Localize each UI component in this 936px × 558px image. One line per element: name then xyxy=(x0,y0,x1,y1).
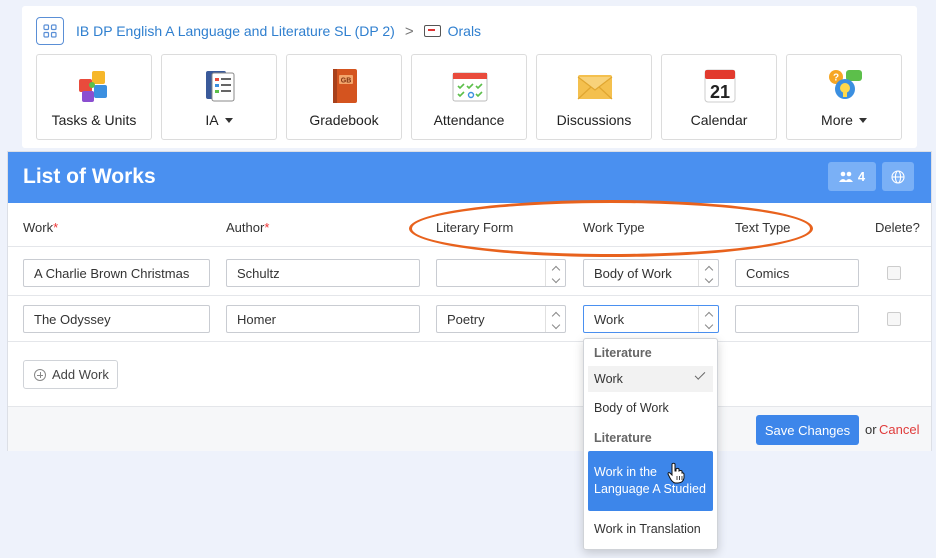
work-input[interactable]: The Odyssey xyxy=(23,305,210,333)
attendance-icon xyxy=(452,72,488,102)
text-type-input[interactable] xyxy=(735,305,859,333)
add-work-label: Add Work xyxy=(52,367,109,382)
envelope-icon xyxy=(577,75,613,100)
list-of-works-panel: List of Works 4 Work* Author* Literary F… xyxy=(7,151,932,451)
author-input[interactable]: Schultz xyxy=(226,259,420,287)
work-type-select[interactable]: Body of Work xyxy=(583,259,719,287)
option-label: Work xyxy=(594,372,623,386)
hand-pointer-cursor-icon xyxy=(667,462,685,484)
nav-tile-label: IA xyxy=(205,112,219,128)
nav-tile-label: Discussions xyxy=(556,112,632,128)
gradebook-badge-text: GB xyxy=(341,78,352,85)
dropdown-option-work[interactable]: Work xyxy=(588,366,713,392)
delete-checkbox[interactable] xyxy=(887,266,901,280)
select-stepper-icon xyxy=(545,260,565,286)
literary-form-value: Poetry xyxy=(447,312,485,327)
nav-tile-more[interactable]: ? More xyxy=(786,54,902,140)
dropdown-option-work-in-translation[interactable]: Work in Translation xyxy=(588,515,713,543)
members-count: 4 xyxy=(857,169,866,184)
dropdown-group-label: Literature xyxy=(594,431,652,445)
users-icon xyxy=(838,171,853,182)
literary-form-select[interactable]: Poetry xyxy=(436,305,566,333)
work-type-value: Body of Work xyxy=(594,266,672,281)
chevron-down-icon xyxy=(858,118,867,123)
work-type-value: Work xyxy=(594,312,625,327)
calendar-day-text: 21 xyxy=(710,82,730,102)
members-button[interactable]: 4 xyxy=(828,162,876,191)
breadcrumb: IB DP English A Language and Literature … xyxy=(36,16,481,46)
nav-tile-ia[interactable]: IA xyxy=(161,54,277,140)
nav-tile-label: Tasks & Units xyxy=(51,112,137,128)
nav-tile-gradebook[interactable]: GB Gradebook xyxy=(286,54,402,140)
column-header-delete: Delete? xyxy=(875,220,920,235)
divider xyxy=(8,295,931,296)
column-header-author: Author* xyxy=(226,220,270,235)
select-stepper-icon xyxy=(698,306,718,332)
nav-tile-attendance[interactable]: Attendance xyxy=(411,54,527,140)
select-stepper-icon xyxy=(545,306,565,332)
literary-form-select[interactable] xyxy=(436,259,566,287)
chat-bubbles-icon: ? xyxy=(829,70,862,99)
or-text: or xyxy=(865,422,877,437)
work-type-dropdown: Literature Work Body of Work Literature … xyxy=(583,338,718,550)
orals-icon xyxy=(423,25,441,37)
globe-icon xyxy=(891,169,905,184)
column-header-work: Work* xyxy=(23,220,59,235)
breadcrumb-course-link[interactable]: IB DP English A Language and Literature … xyxy=(76,23,395,39)
gradebook-icon: GB xyxy=(333,69,357,103)
chevron-down-icon xyxy=(224,118,233,123)
nav-tile-calendar[interactable]: 21 Calendar xyxy=(661,54,777,140)
nav-tile-label: Attendance xyxy=(433,112,505,128)
nav-tile-label: More xyxy=(821,112,853,128)
annotation-ring xyxy=(409,200,813,257)
work-type-select[interactable]: Work xyxy=(583,305,719,333)
plus-circle-icon xyxy=(34,368,46,381)
delete-checkbox[interactable] xyxy=(887,312,901,326)
clipboard-icon xyxy=(206,71,235,102)
divider xyxy=(8,341,931,342)
dropdown-option-work-in-language-a[interactable]: Work in the Language A Studied xyxy=(588,451,713,511)
breadcrumb-current-link[interactable]: Orals xyxy=(448,23,481,39)
dropdown-option-body-of-work[interactable]: Body of Work xyxy=(588,395,713,421)
nav-tile-label: Calendar xyxy=(690,112,748,128)
checkmark-icon xyxy=(694,369,706,380)
dropdown-group-label: Literature xyxy=(594,346,652,360)
panel-header: List of Works 4 xyxy=(8,152,931,203)
language-button[interactable] xyxy=(882,162,914,191)
save-changes-button[interactable]: Save Changes xyxy=(756,415,859,445)
course-nav-tiles: Tasks & Units IA GB Gradebook Attendance… xyxy=(36,54,911,140)
nav-tile-tasks-units[interactable]: Tasks & Units xyxy=(36,54,152,140)
panel-title: List of Works xyxy=(23,165,156,188)
course-header-card: IB DP English A Language and Literature … xyxy=(22,6,917,148)
calendar-icon: 21 xyxy=(704,69,736,103)
cancel-link[interactable]: Cancel xyxy=(879,422,919,437)
text-type-input[interactable]: Comics xyxy=(735,259,859,287)
select-stepper-icon xyxy=(698,260,718,286)
panel-footer: Save Changes or Cancel xyxy=(8,406,931,451)
work-input[interactable]: A Charlie Brown Christmas xyxy=(23,259,210,287)
nav-tile-discussions[interactable]: Discussions xyxy=(536,54,652,140)
puzzle-icon xyxy=(79,71,107,102)
add-work-button[interactable]: Add Work xyxy=(23,360,118,389)
course-grid-icon[interactable] xyxy=(36,17,64,45)
breadcrumb-separator: > xyxy=(404,22,414,40)
nav-tile-label: Gradebook xyxy=(309,112,379,128)
author-input[interactable]: Homer xyxy=(226,305,420,333)
